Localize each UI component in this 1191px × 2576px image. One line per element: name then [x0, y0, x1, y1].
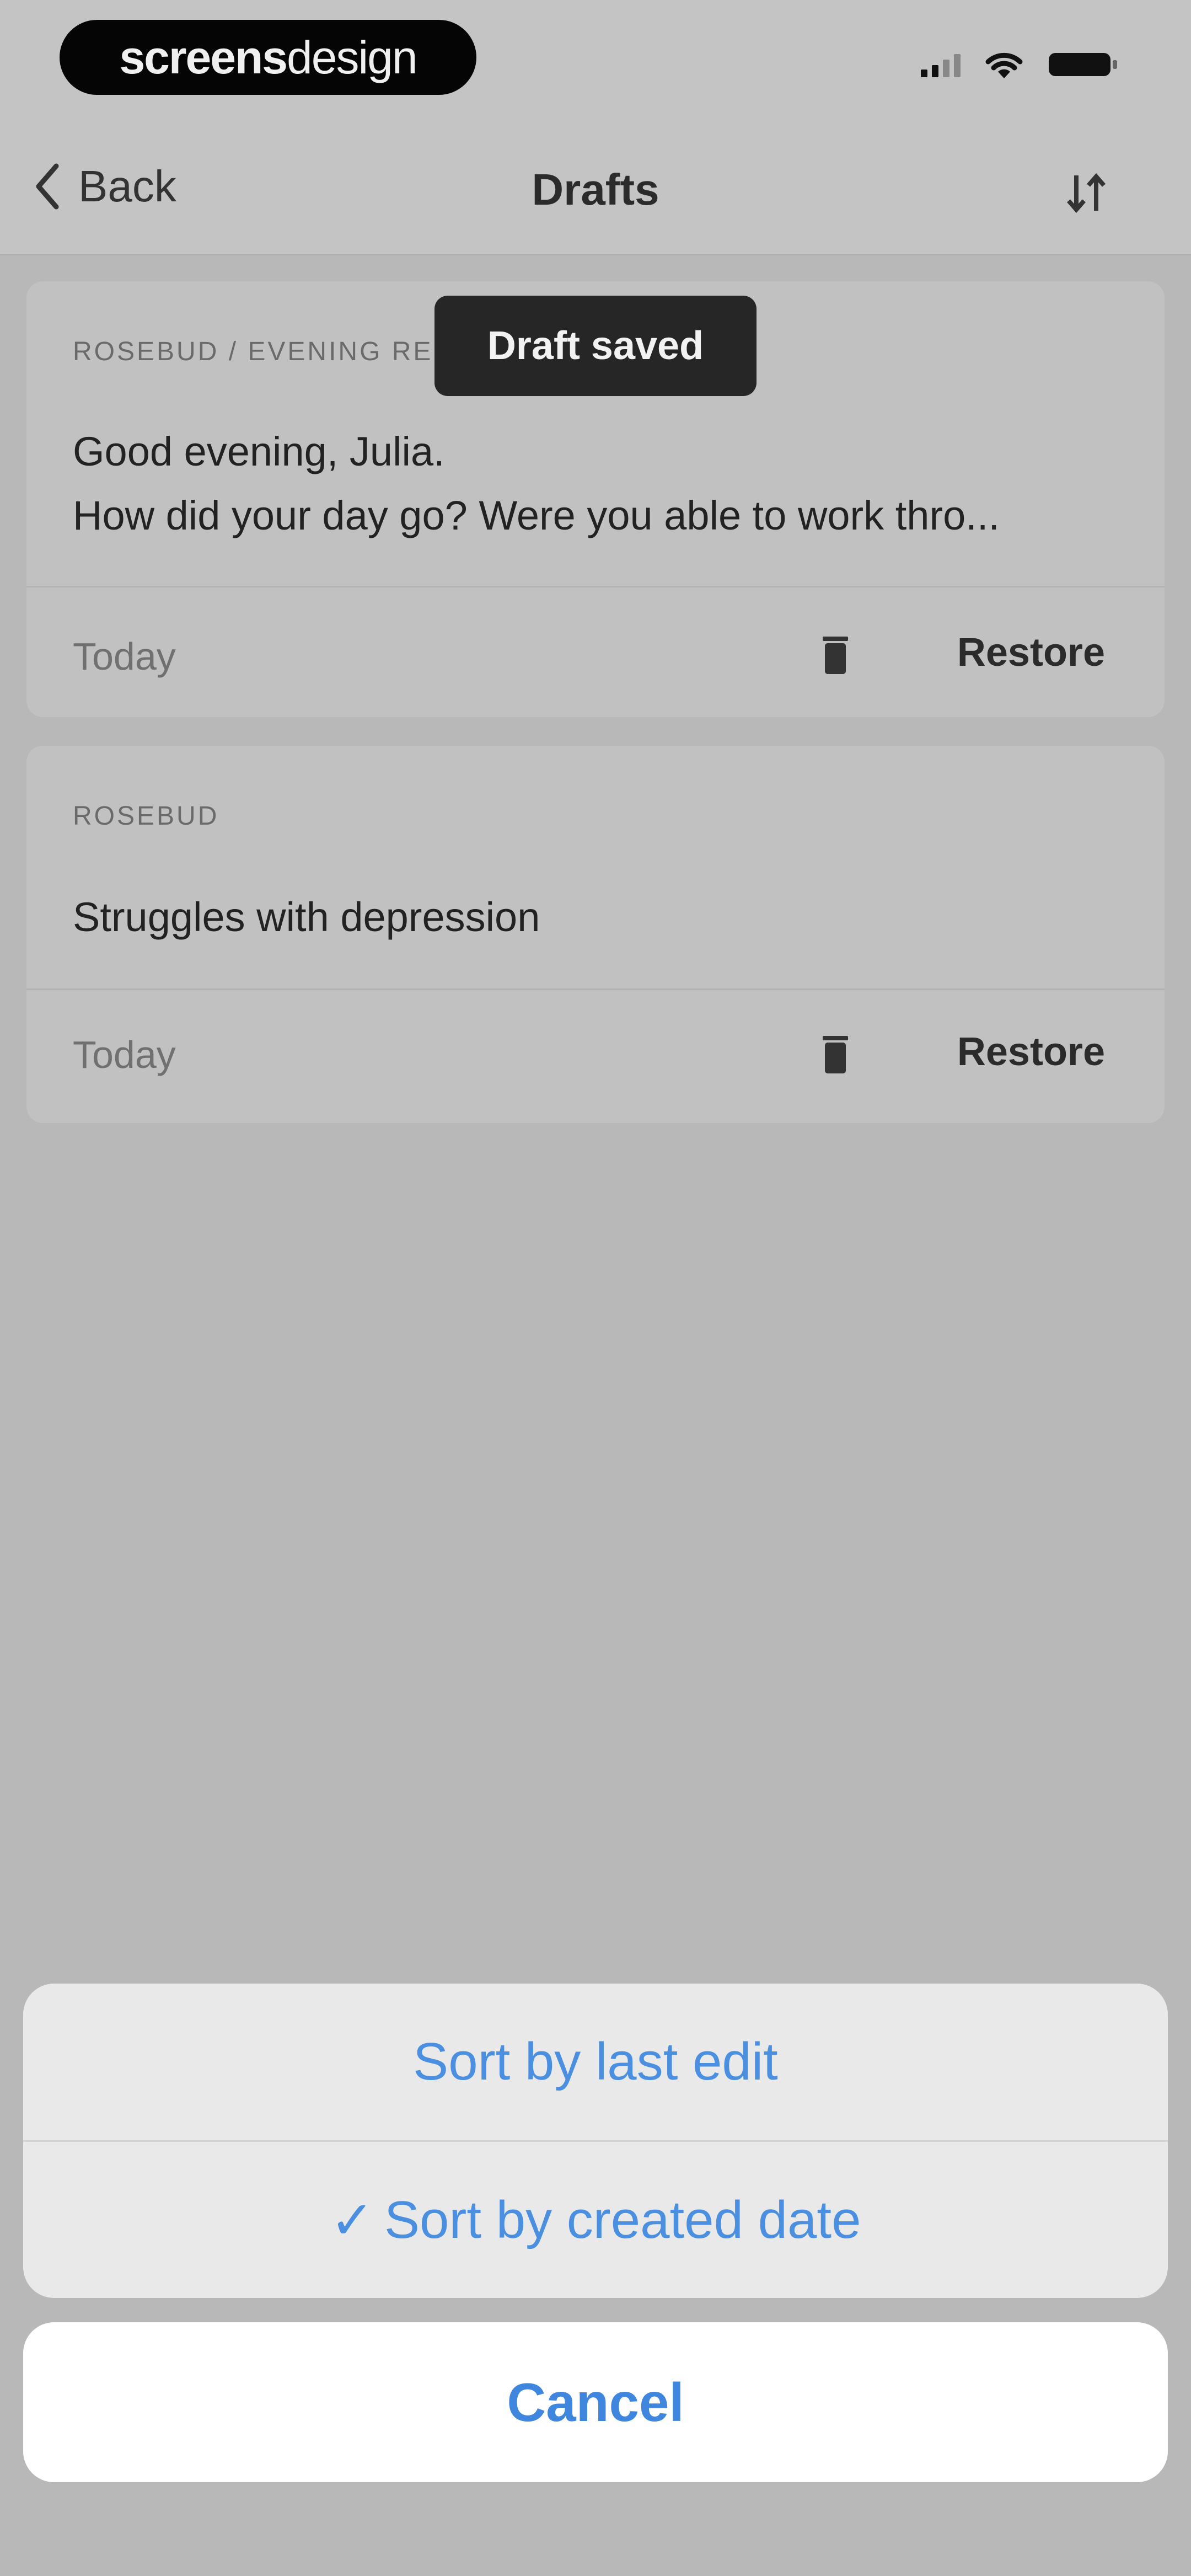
- draft-meta: ROSEBUD: [73, 801, 219, 831]
- option-label: Sort by last edit: [413, 2032, 778, 2091]
- restore-button[interactable]: Restore: [957, 1029, 1105, 1075]
- option-label: Sort by created date: [384, 2190, 861, 2249]
- restore-button[interactable]: Restore: [957, 630, 1105, 675]
- status-bar: screens design: [0, 0, 1191, 127]
- brand-logo: screens design: [60, 20, 476, 95]
- cancel-button[interactable]: Cancel: [23, 2322, 1168, 2482]
- card-divider: [26, 988, 1165, 990]
- brand-logo-bold: screens: [119, 31, 288, 83]
- cellular-signal-icon: [921, 52, 961, 77]
- sort-arrows-icon[interactable]: [1064, 171, 1108, 215]
- draft-card[interactable]: ROSEBUD Struggles with depression Today …: [26, 746, 1165, 1123]
- wifi-icon: [983, 49, 1026, 81]
- draft-date: Today: [73, 1033, 176, 1076]
- sort-by-created-date-option[interactable]: ✓ Sort by created date: [23, 2142, 1168, 2298]
- draft-date: Today: [73, 635, 176, 678]
- sort-action-sheet: Sort by last edit ✓ Sort by created date: [23, 1984, 1168, 2298]
- page-title: Drafts: [532, 165, 659, 214]
- sort-by-last-edit-option[interactable]: Sort by last edit: [23, 1984, 1168, 2140]
- navigation-bar: Back Drafts: [0, 127, 1191, 255]
- draft-preview-line: How did your day go? Were you able to wo…: [73, 493, 1000, 538]
- checkmark-icon: ✓: [330, 2191, 374, 2250]
- draft-preview-line: Good evening, Julia.: [73, 429, 445, 474]
- status-icons: [921, 49, 1119, 81]
- draft-meta: ROSEBUD / EVENING RE: [73, 337, 433, 366]
- toast-message: Draft saved: [434, 296, 757, 396]
- brand-logo-light: design: [287, 31, 418, 83]
- trash-icon[interactable]: [820, 635, 850, 675]
- battery-icon: [1048, 50, 1119, 79]
- trash-icon[interactable]: [820, 1035, 850, 1075]
- card-divider: [26, 586, 1165, 587]
- draft-preview-line: Struggles with depression: [73, 894, 540, 940]
- screen: screens design Back Drafts ROSEBUD / EVE…: [0, 0, 1191, 2576]
